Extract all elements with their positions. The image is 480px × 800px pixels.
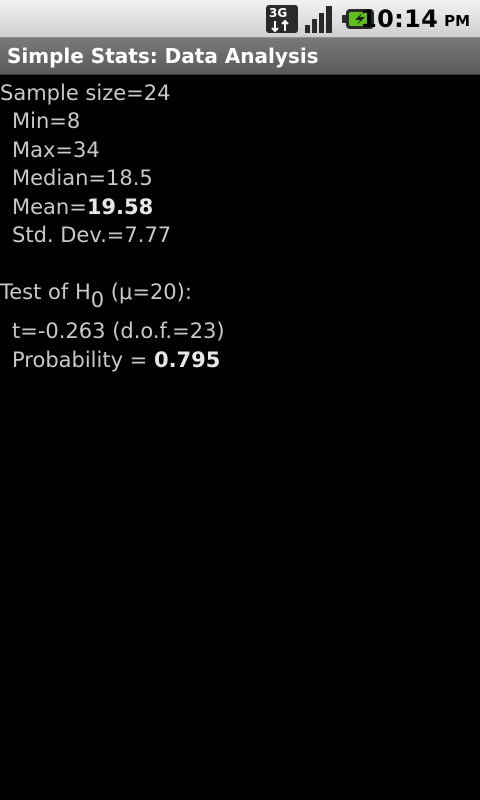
hypothesis-heading-suffix: (μ=20): — [104, 280, 192, 304]
std-dev-value: Std. Dev.=7.77 — [12, 223, 172, 247]
hypothesis-heading: Test of H0 (μ=20): — [0, 279, 192, 312]
mean-value: 19.58 — [86, 195, 154, 219]
clock: 10:14 PM — [360, 4, 470, 34]
median-value: Median=18.5 — [12, 166, 153, 190]
probability-line: Probability = 0.795 — [12, 347, 220, 373]
probability-value: 0.795 — [153, 348, 221, 372]
hypothesis-heading-subscript: 0 — [90, 288, 105, 312]
app-title: Simple Stats: Data Analysis — [7, 44, 319, 68]
clock-time: 10:14 — [360, 5, 439, 33]
min-value: Min=8 — [12, 109, 81, 133]
hypothesis-heading-prefix: Test of H — [0, 280, 91, 304]
title-bar: Simple Stats: Data Analysis — [0, 38, 480, 75]
mean-label: Mean= — [12, 195, 87, 219]
status-bar: 3G 10:14 PM — [0, 0, 480, 38]
clock-ampm: PM — [444, 12, 470, 30]
mean-line: Mean=19.58 — [12, 194, 153, 220]
signal-strength-icon — [305, 6, 332, 33]
t-statistic: t=-0.263 (d.o.f.=23) — [12, 319, 225, 343]
probability-label: Probability = — [12, 348, 154, 372]
max-value: Max=34 — [12, 138, 100, 162]
network-3g-icon: 3G — [266, 5, 298, 33]
sample-size: Sample size=24 — [0, 81, 171, 105]
svg-text:3G: 3G — [269, 6, 287, 20]
